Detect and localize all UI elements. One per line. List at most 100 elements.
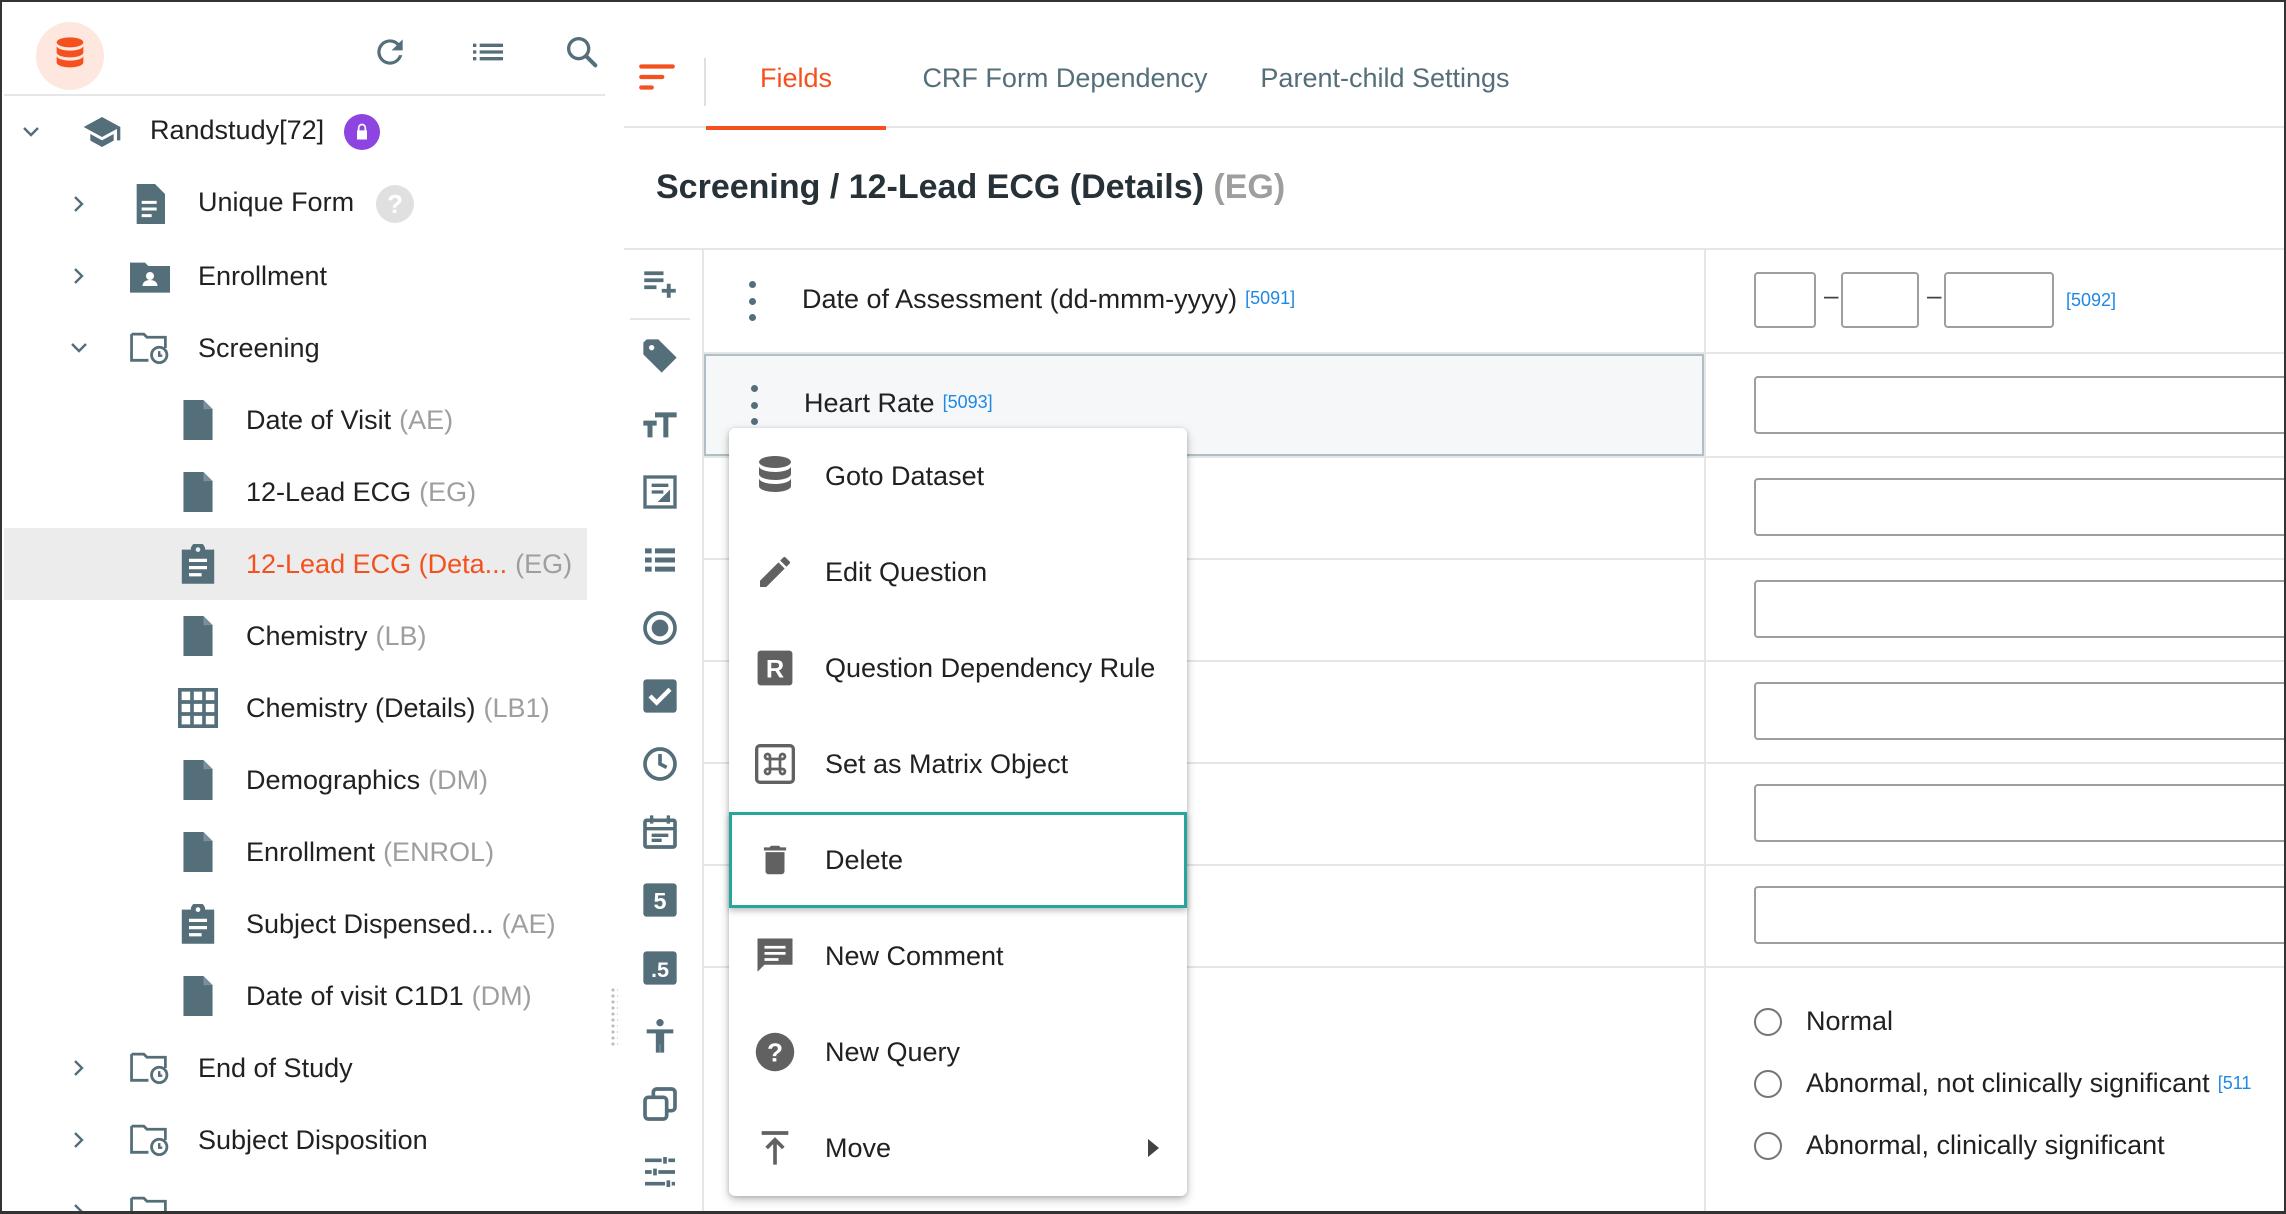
tree-item-form[interactable]: Subject Dispensed... (AE) bbox=[4, 888, 587, 960]
menu-item-goto-dataset[interactable]: Goto Dataset bbox=[729, 428, 1187, 524]
menu-item-label: Question Dependency Rule bbox=[825, 652, 1156, 683]
more-vert-icon[interactable] bbox=[746, 281, 758, 321]
help-circle-icon: ? bbox=[749, 1026, 801, 1078]
tree-item-form[interactable]: Date of Visit (AE) bbox=[4, 384, 587, 456]
question-id[interactable]: [5093] bbox=[943, 392, 993, 412]
tab-crf-form-dependency[interactable]: CRF Form Dependency bbox=[920, 28, 1210, 128]
tree-item-form[interactable]: Chemistry (LB) bbox=[4, 600, 587, 672]
answer-id[interactable]: [511 bbox=[2218, 1073, 2252, 1094]
chevron-down-icon[interactable] bbox=[64, 333, 94, 363]
menu-item-new-query[interactable]: ? New Query bbox=[729, 1004, 1187, 1100]
sliders-icon[interactable] bbox=[634, 1146, 686, 1198]
tree-item-screening-folder[interactable]: Screening bbox=[4, 312, 587, 384]
tree-item-form[interactable]: Chemistry (Details) (LB1) bbox=[4, 672, 587, 744]
tree-item-enrollment-folder[interactable]: Enrollment bbox=[4, 240, 587, 312]
tree-item-form[interactable]: 12-Lead ECG (EG) bbox=[4, 456, 587, 528]
menu-item-question-dependency-rule[interactable]: R Question Dependency Rule bbox=[729, 620, 1187, 716]
more-vert-icon[interactable] bbox=[748, 385, 760, 425]
chevron-right-icon[interactable] bbox=[64, 1125, 94, 1155]
accessibility-person-icon[interactable] bbox=[634, 1010, 686, 1062]
text-area-icon[interactable] bbox=[634, 466, 686, 518]
svg-text:.5: .5 bbox=[651, 957, 669, 982]
svg-text:5: 5 bbox=[654, 888, 667, 914]
question-row[interactable]: Date of Assessment (dd-mmm-yyyy) [5091] bbox=[704, 250, 1704, 352]
file-icon bbox=[178, 832, 218, 872]
tree-item-form[interactable]: Demographics (DM) bbox=[4, 744, 587, 816]
tree-item-study[interactable]: Randstudy[72] bbox=[4, 96, 587, 168]
chevron-down-icon[interactable] bbox=[16, 117, 46, 147]
radio-option[interactable]: Abnormal, not clinically significant [51… bbox=[1754, 1068, 2251, 1099]
calendar-icon[interactable] bbox=[634, 806, 686, 858]
panel-resize-handle[interactable] bbox=[610, 987, 618, 1047]
main-panel: Fields CRF Form Dependency Parent-child … bbox=[624, 4, 2284, 1211]
radio-option[interactable]: Abnormal, clinically significant bbox=[1754, 1130, 2165, 1161]
tree-item-form-selected[interactable]: 12-Lead ECG (Deta... (EG) bbox=[4, 528, 587, 600]
menu-item-label: New Comment bbox=[825, 940, 1004, 971]
tree-item-code: (LB) bbox=[375, 620, 427, 651]
radio-label: Abnormal, clinically significant bbox=[1806, 1130, 2165, 1160]
tree-item-label: Enrollment bbox=[246, 836, 376, 867]
svg-text:?: ? bbox=[767, 1038, 783, 1068]
add-field-icon[interactable] bbox=[634, 256, 686, 308]
tab-fields[interactable]: Fields bbox=[706, 28, 886, 130]
answer-input[interactable] bbox=[1754, 478, 2284, 536]
answer-input[interactable] bbox=[1754, 784, 2284, 842]
tree-item-code: (DM) bbox=[471, 980, 532, 1011]
tree-item-label: Date of visit C1D1 bbox=[246, 980, 464, 1011]
list-icon[interactable] bbox=[466, 30, 510, 74]
app-logo[interactable] bbox=[36, 22, 104, 90]
tree-item-end-of-study-folder[interactable]: End of Study bbox=[4, 1032, 587, 1104]
refresh-icon[interactable] bbox=[368, 30, 412, 74]
database-logo-icon bbox=[50, 34, 90, 79]
help-icon[interactable]: ? bbox=[376, 185, 415, 223]
tree-item-partial[interactable] bbox=[4, 1176, 587, 1211]
answer-input[interactable] bbox=[1754, 682, 2284, 740]
chevron-right-icon[interactable] bbox=[64, 261, 94, 291]
tree-item-subject-disposition-folder[interactable]: Subject Disposition bbox=[4, 1104, 587, 1176]
page-title: Screening / 12-Lead ECG (Details) (EG) bbox=[656, 168, 1285, 207]
label-tag-icon[interactable] bbox=[634, 330, 686, 382]
tree-item-code: (EG) bbox=[419, 476, 477, 507]
menu-item-delete[interactable]: Delete bbox=[729, 812, 1187, 908]
question-id[interactable]: [5091] bbox=[1245, 288, 1295, 308]
radio-option[interactable]: Normal bbox=[1754, 1006, 1893, 1037]
tree-item-code: (DM) bbox=[428, 764, 489, 795]
date-day-input[interactable] bbox=[1754, 272, 1816, 328]
radio-button-icon[interactable] bbox=[634, 602, 686, 654]
chevron-right-icon[interactable] bbox=[64, 1053, 94, 1083]
list-view-icon[interactable] bbox=[634, 534, 686, 586]
menu-item-edit-question[interactable]: Edit Question bbox=[729, 524, 1187, 620]
radio-button[interactable] bbox=[1754, 1131, 1782, 1160]
date-year-input[interactable] bbox=[1944, 272, 2054, 328]
copy-icon[interactable] bbox=[634, 1078, 686, 1130]
menu-item-label: Edit Question bbox=[825, 556, 988, 587]
checkbox-icon[interactable] bbox=[634, 670, 686, 722]
radio-button[interactable] bbox=[1754, 1007, 1782, 1036]
answer-input[interactable] bbox=[1754, 886, 2284, 944]
decimal-field-icon[interactable]: .5 bbox=[634, 942, 686, 994]
search-icon[interactable] bbox=[560, 30, 604, 74]
clock-icon[interactable] bbox=[634, 738, 686, 790]
move-up-icon bbox=[749, 1122, 801, 1174]
menu-item-move[interactable]: Move bbox=[729, 1100, 1187, 1196]
tree-item-code: (LB1) bbox=[483, 692, 550, 723]
text-size-icon[interactable] bbox=[634, 398, 686, 450]
radio-button[interactable] bbox=[1754, 1069, 1782, 1098]
answer-id[interactable]: [5092] bbox=[2066, 290, 2116, 311]
tab-parent-child-settings[interactable]: Parent-child Settings bbox=[1242, 28, 1528, 128]
date-month-input[interactable] bbox=[1841, 272, 1919, 328]
heart-rate-input[interactable] bbox=[1754, 376, 2284, 434]
page-title-code: (EG) bbox=[1213, 168, 1286, 206]
menu-item-set-as-matrix-object[interactable]: Set as Matrix Object bbox=[729, 716, 1187, 812]
tree-item-form[interactable]: Date of visit C1D1 (DM) bbox=[4, 960, 587, 1032]
answer-input[interactable] bbox=[1754, 580, 2284, 638]
tree-item-form[interactable]: Enrollment (ENROL) bbox=[4, 816, 587, 888]
tree-item-unique-form[interactable]: Unique Form? bbox=[4, 168, 587, 240]
divider bbox=[630, 318, 690, 320]
chevron-right-icon[interactable] bbox=[64, 189, 94, 219]
tree-item-label: Enrollment bbox=[198, 260, 328, 291]
menu-item-new-comment[interactable]: New Comment bbox=[729, 908, 1187, 1004]
menu-sort-icon[interactable] bbox=[636, 56, 678, 98]
integer-field-icon[interactable]: 5 bbox=[634, 874, 686, 926]
chevron-right-icon[interactable] bbox=[64, 1197, 94, 1211]
